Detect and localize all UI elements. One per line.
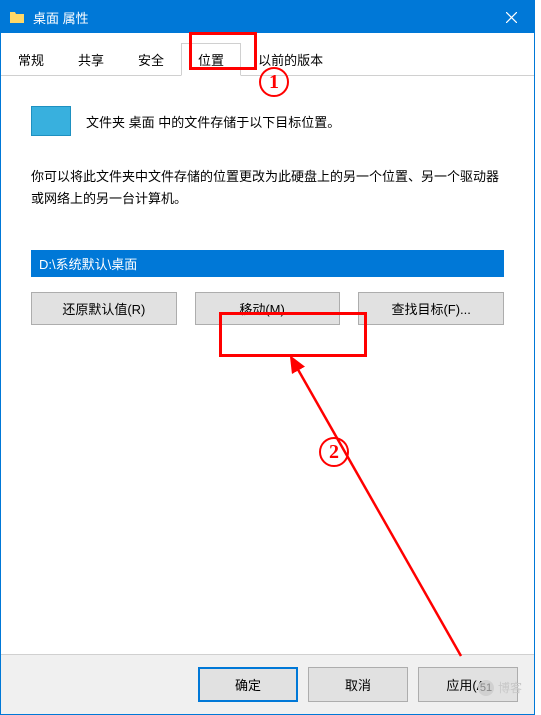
folder-line-text: 文件夹 桌面 中的文件存储于以下目标位置。 (86, 112, 340, 131)
button-row: 还原默认值(R) 移动(M)... 查找目标(F)... (31, 292, 504, 325)
folder-info-row: 文件夹 桌面 中的文件存储于以下目标位置。 (31, 106, 504, 136)
restore-default-button[interactable]: 还原默认值(R) (31, 292, 177, 325)
folder-icon (9, 9, 25, 25)
bottom-bar: 确定 取消 应用(A) (1, 654, 534, 714)
cancel-button[interactable]: 取消 (308, 667, 408, 702)
description-text: 你可以将此文件夹中文件存储的位置更改为此硬盘上的另一个位置、另一个驱动器或网络上… (31, 166, 504, 210)
properties-window: 桌面 属性 常规 共享 安全 位置 以前的版本 文件夹 桌面 中的文件存储于以下… (0, 0, 535, 715)
watermark-text: 博客 (498, 679, 522, 696)
path-input[interactable] (31, 250, 504, 277)
desktop-folder-icon (31, 106, 71, 136)
close-icon (506, 12, 517, 23)
annotation-arrow (281, 351, 471, 666)
tab-location[interactable]: 位置 (181, 43, 241, 76)
watermark-badge: 51 (478, 680, 494, 696)
window-title: 桌面 属性 (33, 8, 489, 27)
annotation-number-2: 2 (319, 437, 349, 467)
tab-previous-versions[interactable]: 以前的版本 (241, 43, 340, 76)
tab-content-location: 文件夹 桌面 中的文件存储于以下目标位置。 你可以将此文件夹中文件存储的位置更改… (1, 76, 534, 345)
annotation-number-1: 1 (259, 67, 289, 97)
tab-sharing[interactable]: 共享 (61, 43, 121, 76)
tab-general[interactable]: 常规 (1, 43, 61, 76)
titlebar: 桌面 属性 (1, 1, 534, 33)
ok-button[interactable]: 确定 (198, 667, 298, 702)
tab-security[interactable]: 安全 (121, 43, 181, 76)
watermark: 51 博客 (478, 679, 522, 696)
close-button[interactable] (489, 1, 534, 33)
find-target-button[interactable]: 查找目标(F)... (358, 292, 504, 325)
move-button[interactable]: 移动(M)... (195, 292, 341, 325)
